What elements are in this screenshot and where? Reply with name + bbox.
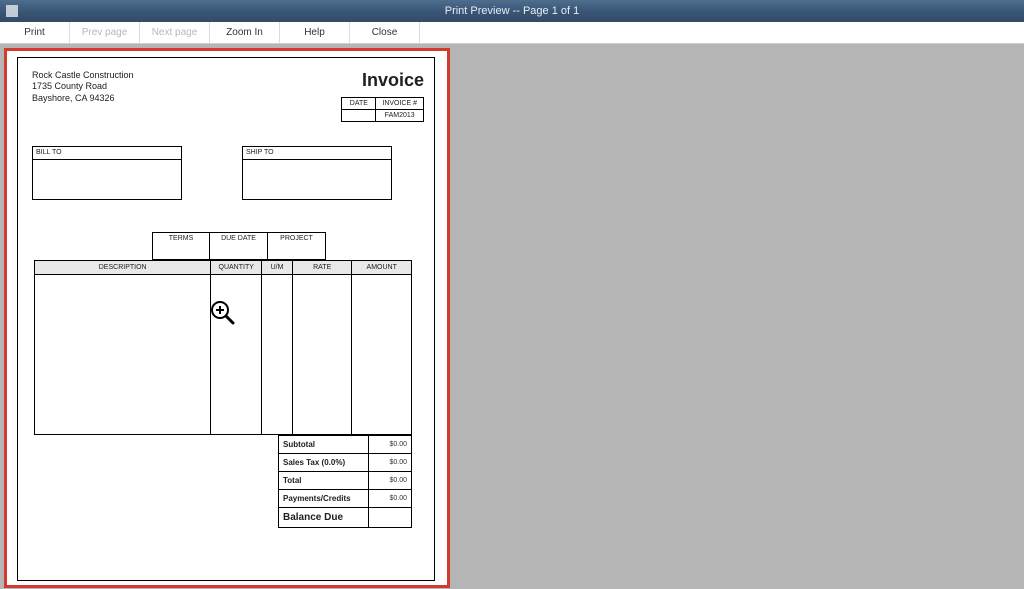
subtotal-row: Subtotal $0.00 (279, 436, 412, 454)
terms-row: TERMS DUE DATE PROJECT (152, 232, 424, 260)
payments-label: Payments/Credits (279, 490, 369, 508)
print-button[interactable]: Print (0, 22, 70, 43)
tax-label: Sales Tax (0.0%) (279, 454, 369, 472)
invoice-number-value: FAM2013 (376, 110, 424, 122)
date-header: DATE (342, 98, 376, 110)
company-block: Rock Castle Construction 1735 County Roa… (32, 70, 134, 122)
company-addr2: Bayshore, CA 94326 (32, 93, 134, 104)
bill-to-box: BILL TO (32, 146, 182, 200)
prev-page-button: Prev page (70, 22, 140, 43)
ship-to-box: SHIP TO (242, 146, 392, 200)
bill-to-separator (33, 159, 181, 160)
line-items-body (35, 275, 412, 435)
window-title: Print Preview -- Page 1 of 1 (0, 5, 1024, 17)
subtotal-value: $0.00 (369, 436, 412, 454)
close-button[interactable]: Close (350, 22, 420, 43)
payments-value: $0.00 (369, 490, 412, 508)
payments-row: Payments/Credits $0.00 (279, 490, 412, 508)
next-page-button: Next page (140, 22, 210, 43)
col-quantity: QUANTITY (211, 261, 262, 275)
subtotal-label: Subtotal (279, 436, 369, 454)
invoice-title: Invoice (341, 70, 424, 91)
col-amount: AMOUNT (352, 261, 412, 275)
line-items-table: DESCRIPTION QUANTITY U/M RATE AMOUNT (34, 260, 412, 435)
total-value: $0.00 (369, 472, 412, 490)
zoom-in-button[interactable]: Zoom In (210, 22, 280, 43)
company-name: Rock Castle Construction (32, 70, 134, 81)
balance-row: Balance Due (279, 508, 412, 528)
address-row: BILL TO SHIP TO (32, 146, 424, 200)
due-date-header: DUE DATE (210, 232, 268, 260)
project-header: PROJECT (268, 232, 326, 260)
help-button[interactable]: Help (280, 22, 350, 43)
company-addr1: 1735 County Road (32, 81, 134, 92)
invoice-page[interactable]: Rock Castle Construction 1735 County Roa… (17, 57, 435, 581)
col-description: DESCRIPTION (35, 261, 211, 275)
preview-workspace: Rock Castle Construction 1735 County Roa… (0, 44, 1024, 589)
terms-header: TERMS (152, 232, 210, 260)
col-um: U/M (262, 261, 293, 275)
bill-to-label: BILL TO (36, 149, 62, 156)
balance-label: Balance Due (279, 508, 369, 528)
col-rate: RATE (292, 261, 352, 275)
invoice-meta-table: DATE INVOICE # FAM2013 (341, 97, 424, 122)
tax-value: $0.00 (369, 454, 412, 472)
toolbar: Print Prev page Next page Zoom In Help C… (0, 22, 1024, 44)
invoice-number-header: INVOICE # (376, 98, 424, 110)
invoice-header: Rock Castle Construction 1735 County Roa… (32, 70, 424, 122)
ship-to-separator (243, 159, 391, 160)
total-row: Total $0.00 (279, 472, 412, 490)
totals-table: Subtotal $0.00 Sales Tax (0.0%) $0.00 To… (278, 435, 412, 528)
date-value (342, 110, 376, 122)
tax-row: Sales Tax (0.0%) $0.00 (279, 454, 412, 472)
ship-to-label: SHIP TO (246, 149, 274, 156)
invoice-title-block: Invoice DATE INVOICE # FAM2013 (341, 70, 424, 122)
window-titlebar: Print Preview -- Page 1 of 1 (0, 0, 1024, 22)
page-highlight-frame: Rock Castle Construction 1735 County Roa… (4, 48, 450, 588)
total-label: Total (279, 472, 369, 490)
balance-value (369, 508, 412, 528)
